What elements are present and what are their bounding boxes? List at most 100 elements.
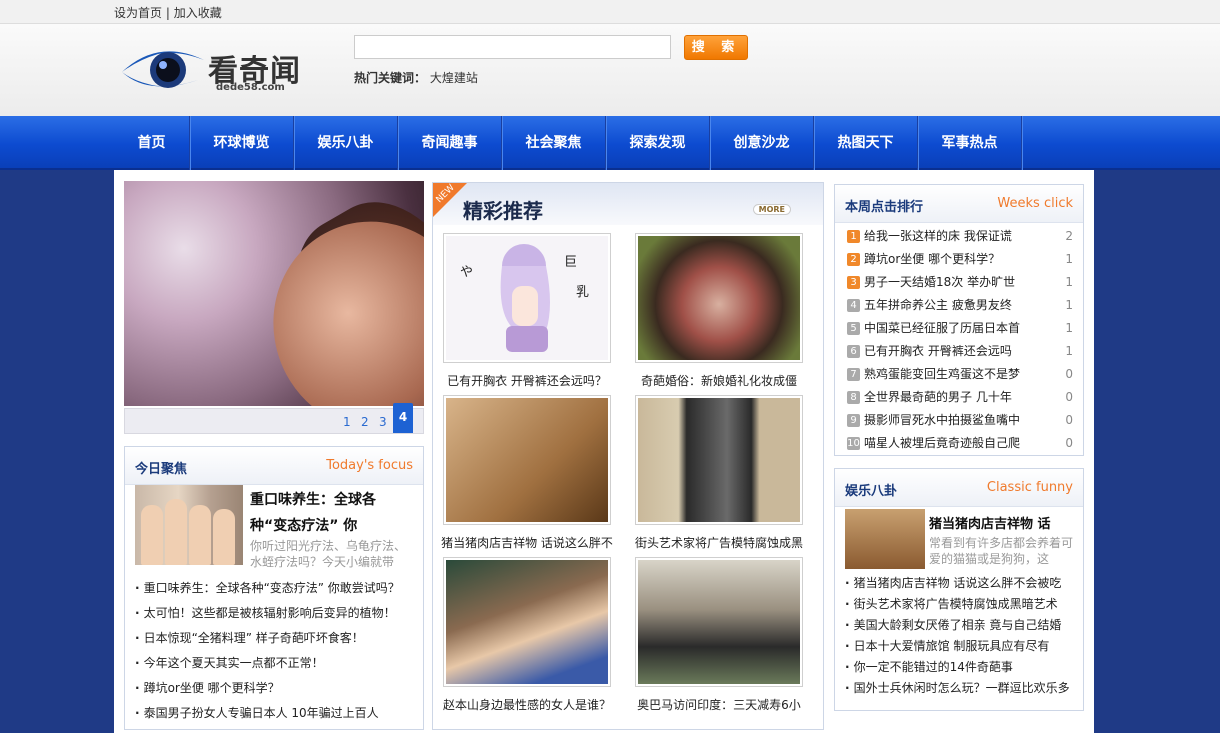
- entertainment-thumbnail[interactable]: [845, 509, 925, 569]
- focus-list-item[interactable]: · 今年这个夏天其实一点都不正常！: [135, 651, 420, 676]
- focus-panel-header: 今日聚焦 Today's focus: [125, 447, 423, 485]
- recommend-image-2: [638, 236, 800, 360]
- recommend-image-6: [638, 560, 800, 684]
- search-input[interactable]: [354, 35, 671, 59]
- focus-list-item[interactable]: · 蹲坑or坐便 哪个更科学？: [135, 676, 420, 701]
- top-bar: 设为首页 | 加入收藏: [0, 0, 1220, 24]
- focus-figure-1: [141, 505, 163, 565]
- recommend-thumb-5[interactable]: [443, 557, 611, 687]
- slide-page-1[interactable]: 1: [343, 415, 351, 429]
- recommend-image-3: [446, 398, 608, 522]
- nav-item-society[interactable]: 社会聚焦: [502, 116, 606, 170]
- focus-list-item[interactable]: · 太可怕！这些都是被核辐射影响后变异的植物！: [135, 601, 420, 626]
- focus-headline[interactable]: 重口味养生：全球各种“变态疗法” 你: [250, 487, 410, 539]
- recommend-thumb-4[interactable]: [635, 395, 803, 525]
- nav-item-global[interactable]: 环球博览: [190, 116, 294, 170]
- focus-figure-3: [189, 505, 211, 565]
- rank-item[interactable]: 3 男子一天结婚18次 举办旷世 1: [847, 271, 1073, 294]
- nav-item-military[interactable]: 军事热点: [918, 116, 1022, 170]
- recommend-caption-2[interactable]: 奇葩婚俗：新娘婚礼化妆成僵: [633, 372, 805, 389]
- rank-item[interactable]: 4 五年拼命养公主 疲惫男友终 1: [847, 294, 1073, 317]
- focus-list: · 重口味养生：全球各种“变态疗法” 你敢尝试吗？ · 太可怕！这些都是被核辐射影响…: [135, 576, 420, 726]
- entertainment-list-item[interactable]: · 街头艺术家将广告模特腐蚀成黑暗艺术: [845, 594, 1081, 615]
- nav-list: 首页 环球博览 娱乐八卦 奇闻趣事 社会聚焦 探索发现 创意沙龙 热图天下 军事…: [114, 116, 1022, 170]
- recommend-caption-4[interactable]: 街头艺术家将广告模特腐蚀成黑: [633, 534, 805, 551]
- recommend-panel: NEW 精彩推荐 MORE や 巨 乳 已有开胸衣 开臀裤还会远吗？ 奇葩婚俗：: [432, 182, 824, 730]
- recommend-title: 精彩推荐: [463, 199, 543, 223]
- focus-figure-2: [165, 499, 187, 565]
- recommend-caption-1[interactable]: 已有开胸衣 开臀裤还会远吗？: [441, 372, 613, 389]
- nav-item-entertainment[interactable]: 娱乐八卦: [294, 116, 398, 170]
- eye-logo-icon: [122, 51, 204, 88]
- rank-title: 本周点击排行: [845, 200, 924, 215]
- svg-text:巨: 巨: [564, 255, 577, 270]
- weekly-rank-panel: 本周点击排行 Weeks click 1 给我一张这样的床 我保证谎 2 2 蹲坑or…: [834, 184, 1084, 456]
- entertainment-title: 娱乐八卦: [845, 484, 898, 499]
- slide-page-2[interactable]: 2: [361, 415, 369, 429]
- focus-list-item[interactable]: · 日本惊现“全猪料理” 样子奇葩吓坏食客！: [135, 626, 420, 651]
- nav-item-creative[interactable]: 创意沙龙: [710, 116, 814, 170]
- nav-item-oddities[interactable]: 奇闻趣事: [398, 116, 502, 170]
- entertainment-list: · 猪当猪肉店吉祥物 话说这么胖不会被吃 · 街头艺术家将广告模特腐蚀成黑暗艺术 ·…: [845, 573, 1081, 699]
- entertainment-panel: 娱乐八卦 Classic funny 猪当猪肉店吉祥物 话 常看到有许多店都会养…: [834, 468, 1084, 711]
- recommend-thumb-6[interactable]: [635, 557, 803, 687]
- site-header: 看奇闻 dede58.com 搜 索 热门关键词： 大煌建站: [0, 24, 1220, 116]
- top-links-separator: |: [165, 6, 170, 20]
- focus-figure-4: [213, 509, 235, 565]
- anime-girl-illustration: や 巨 乳: [460, 244, 589, 352]
- rank-item[interactable]: 6 已有开胸衣 开臀裤还会远吗 1: [847, 340, 1073, 363]
- nav-item-discovery[interactable]: 探索发现: [606, 116, 710, 170]
- nav-item-hot-pics[interactable]: 热图天下: [814, 116, 918, 170]
- entertainment-list-item[interactable]: · 美国大龄剩女厌倦了相亲 竟与自己结婚: [845, 615, 1081, 636]
- focus-title: 今日聚焦: [135, 462, 188, 477]
- rank-list: 1 给我一张这样的床 我保证谎 2 2 蹲坑or坐便 哪个更科学？ 1 3 男子一天结婚1…: [847, 225, 1073, 455]
- svg-text:や: や: [460, 265, 473, 280]
- main-nav: 首页 环球博览 娱乐八卦 奇闻趣事 社会聚焦 探索发现 创意沙龙 热图天下 军事…: [0, 116, 1220, 170]
- recommend-caption-3[interactable]: 猪当猪肉店吉祥物 话说这么胖不: [441, 534, 613, 551]
- more-button[interactable]: MORE: [752, 204, 791, 215]
- focus-panel: 今日聚焦 Today's focus 重口味养生：全球各种“变态疗法” 你 你听…: [124, 446, 424, 730]
- recommend-image-1: や 巨 乳: [446, 236, 608, 360]
- rank-item[interactable]: 7 熟鸡蛋能变回生鸡蛋这不是梦 0: [847, 363, 1073, 386]
- recommend-thumb-1[interactable]: や 巨 乳: [443, 233, 611, 363]
- recommend-thumb-2[interactable]: [635, 233, 803, 363]
- set-homepage-link[interactable]: 设为首页: [114, 6, 162, 20]
- slide-page-4-active[interactable]: 4: [393, 403, 413, 433]
- site-logo[interactable]: 看奇闻 dede58.com: [118, 38, 308, 102]
- rank-item[interactable]: 1 给我一张这样的床 我保证谎 2: [847, 225, 1073, 248]
- svg-text:乳: 乳: [576, 285, 589, 300]
- entertainment-headline[interactable]: 猪当猪肉店吉祥物 话: [929, 513, 1051, 532]
- slideshow-image[interactable]: [124, 181, 424, 406]
- slide-page-3[interactable]: 3: [379, 415, 387, 429]
- recommend-header: NEW 精彩推荐 MORE: [433, 183, 823, 225]
- recommend-image-4: [638, 398, 800, 522]
- focus-thumbnail[interactable]: [135, 485, 243, 565]
- search-button[interactable]: 搜 索: [684, 35, 748, 60]
- top-links: 设为首页 | 加入收藏: [114, 4, 222, 21]
- recommend-thumb-3[interactable]: [443, 395, 611, 525]
- rank-item[interactable]: 8 全世界最奇葩的男子 几十年 0: [847, 386, 1073, 409]
- entertainment-subtitle: Classic funny: [986, 480, 1073, 495]
- rank-item[interactable]: 5 中国菜已经征服了历届日本首 1: [847, 317, 1073, 340]
- recommend-caption-6[interactable]: 奥巴马访问印度：三天减寿6小: [633, 696, 805, 713]
- main-content: 1 2 3 4 今日聚焦 Today's focus 重口味养生：全球各种“变态…: [114, 170, 1094, 733]
- recommend-caption-5[interactable]: 赵本山身边最性感的女人是谁？: [441, 696, 613, 713]
- rank-item[interactable]: 10 喵星人被埋后竟奇迹般自己爬 0: [847, 432, 1073, 455]
- hot-keyword-link[interactable]: 大煌建站: [430, 71, 478, 85]
- entertainment-list-item[interactable]: · 国外士兵休闲时怎么玩？一群逗比欢乐多: [845, 678, 1081, 699]
- rank-item[interactable]: 9 摄影师冒死水中拍摄鲨鱼嘴中 0: [847, 409, 1073, 432]
- nav-item-home[interactable]: 首页: [114, 116, 190, 170]
- rank-item[interactable]: 2 蹲坑or坐便 哪个更科学？ 1: [847, 248, 1073, 271]
- hot-keywords-label: 热门关键词：: [354, 71, 427, 85]
- focus-list-item[interactable]: · 泰国男子扮女人专骗日本人 10年骗过上百人: [135, 701, 420, 726]
- entertainment-header: 娱乐八卦 Classic funny: [835, 469, 1083, 507]
- entertainment-description: 常看到有许多店都会养着可爱的猫猫或是狗狗，这: [929, 536, 1074, 566]
- entertainment-list-item[interactable]: · 猪当猪肉店吉祥物 话说这么胖不会被吃: [845, 573, 1081, 594]
- entertainment-list-item[interactable]: · 日本十大爱情旅馆 制服玩具应有尽有: [845, 636, 1081, 657]
- entertainment-list-item[interactable]: · 你一定不能错过的14件奇葩事: [845, 657, 1081, 678]
- focus-list-item[interactable]: · 重口味养生：全球各种“变态疗法” 你敢尝试吗？: [135, 576, 420, 601]
- logo-domain-text: dede58.com: [216, 82, 285, 93]
- recommend-image-5: [446, 560, 608, 684]
- add-favorite-link[interactable]: 加入收藏: [174, 6, 222, 20]
- slideshow-pager: 1 2 3 4: [124, 403, 424, 434]
